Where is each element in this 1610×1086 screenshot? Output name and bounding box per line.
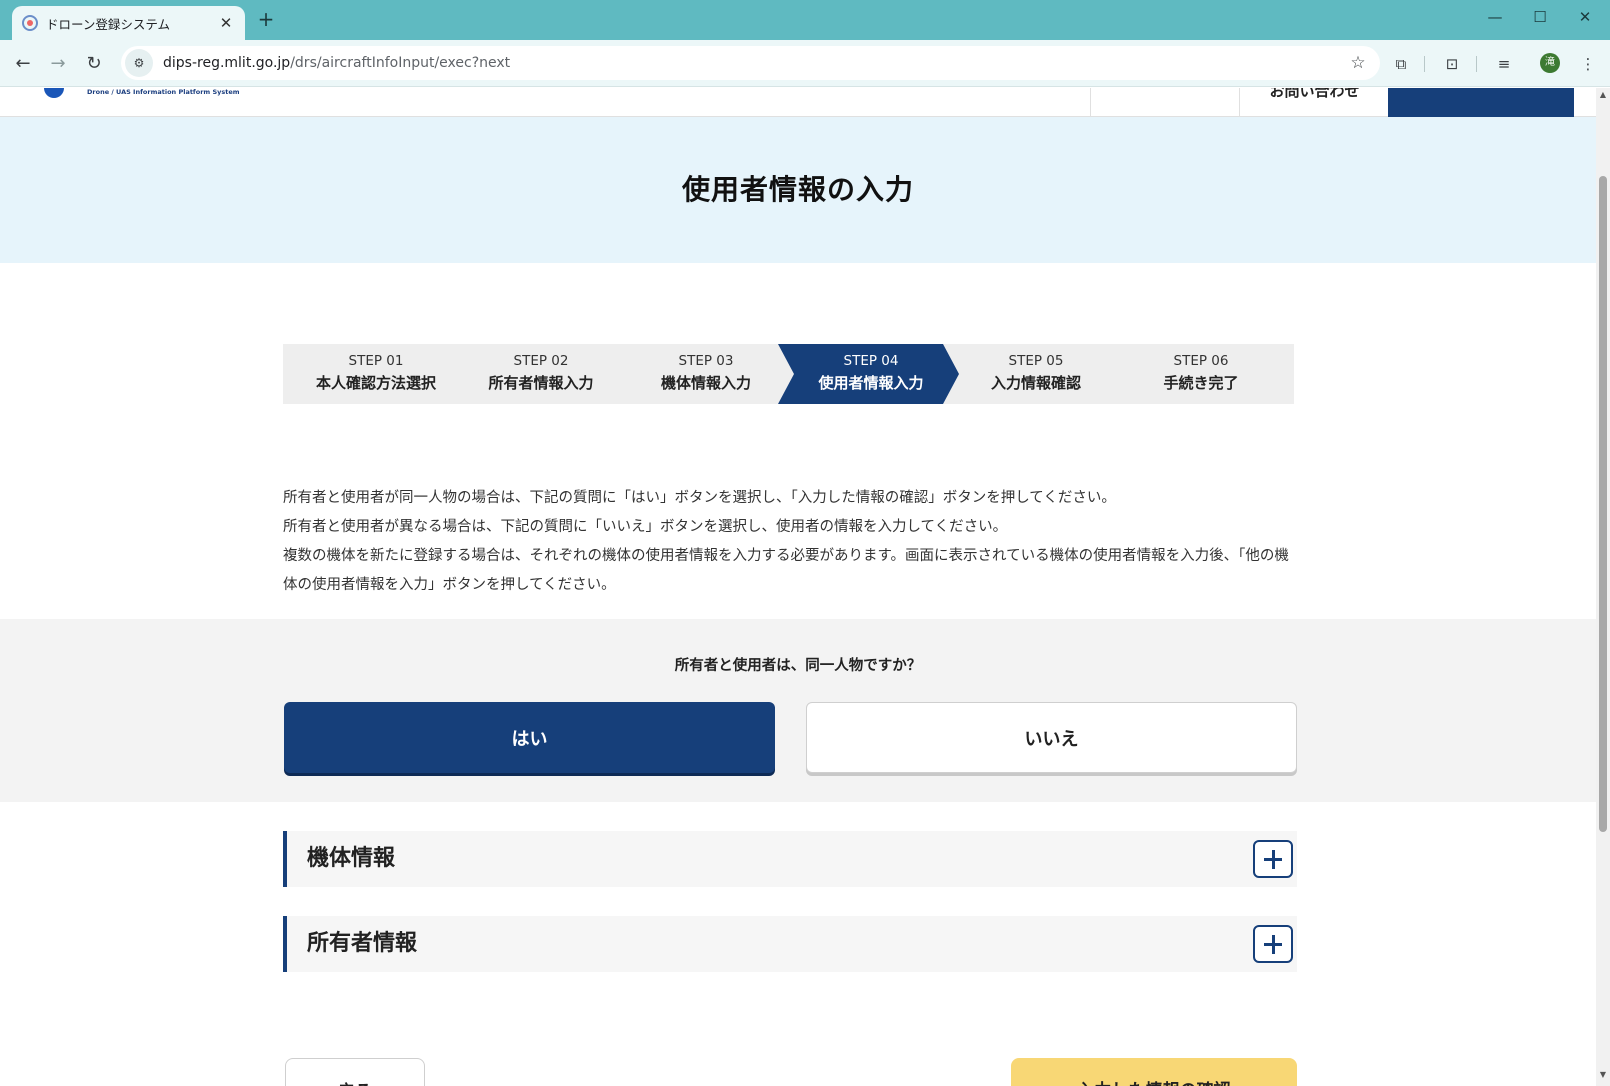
instruction-line: 所有者と使用者が同一人物の場合は、下記の質問に「はい」ボタンを選択し、「入力した…	[283, 490, 1116, 506]
instruction-line: 複数の機体を新たに登録する場合は、それぞれの機体の使用者情報を入力する必要があり…	[283, 548, 1289, 593]
accordion-label: 所有者情報	[307, 931, 418, 956]
confirm-input-button[interactable]: 入力した情報の確認	[1011, 1058, 1297, 1086]
browser-tab[interactable]: ドローン登録システム ✕	[12, 6, 245, 40]
instructions-text: 所有者と使用者が同一人物の場合は、下記の質問に「はい」ボタンを選択し、「入力した…	[283, 484, 1295, 600]
step-number: STEP 05	[1008, 353, 1064, 369]
no-button[interactable]: いいえ	[806, 702, 1297, 773]
page-viewport: Drone / UAS Information Platform System …	[0, 88, 1596, 1086]
address-bar[interactable]: ⚙ dips-reg.mlit.go.jp/drs/aircraftInfoIn…	[121, 46, 1380, 80]
same-person-question: 所有者と使用者は、同一人物ですか？ はい いいえ	[0, 619, 1596, 802]
header-nav-cell[interactable]	[1090, 88, 1239, 117]
step-label: 使用者情報入力	[818, 374, 924, 392]
scroll-up-icon[interactable]: ▲	[1596, 90, 1610, 104]
bookmark-star-icon[interactable]: ☆	[1344, 53, 1372, 73]
window-minimize-icon[interactable]: —	[1472, 8, 1518, 32]
step-number: STEP 04	[843, 353, 899, 369]
scroll-down-icon[interactable]: ▼	[1596, 1070, 1610, 1084]
instruction-line: 所有者と使用者が異なる場合は、下記の質問に「いいえ」ボタンを選択し、使用者の情報…	[283, 519, 1008, 535]
step-label: 入力情報確認	[990, 374, 1081, 392]
header-contact-cell[interactable]: お問い合わせ	[1239, 88, 1388, 117]
question-text: 所有者と使用者は、同一人物ですか？	[674, 658, 922, 674]
forward-arrow-icon[interactable]: →	[44, 50, 72, 78]
yes-button[interactable]: はい	[284, 702, 775, 773]
site-header: Drone / UAS Information Platform System …	[0, 88, 1596, 117]
header-login-button[interactable]	[1388, 88, 1574, 117]
step-03: STEP 03 機体情報入力	[613, 344, 799, 404]
window-close-icon[interactable]: ✕	[1562, 8, 1608, 32]
url-host: dips-reg.mlit.go.jp	[163, 55, 291, 71]
step-number: STEP 03	[678, 353, 734, 369]
step-label: 所有者情報入力	[488, 374, 594, 392]
step-label: 本人確認方法選択	[315, 374, 436, 392]
step-number: STEP 02	[513, 353, 569, 369]
page-scrollbar[interactable]: ▲ ▼	[1596, 88, 1610, 1086]
new-tab-button[interactable]: +	[254, 8, 278, 32]
back-button[interactable]: 戻る	[285, 1058, 425, 1086]
site-settings-icon[interactable]: ⚙	[125, 49, 153, 77]
aircraft-info-accordion[interactable]: 機体情報	[283, 831, 1297, 887]
toolbar-divider	[1424, 56, 1425, 72]
browser-toolbar: ← → ↻ ⚙ dips-reg.mlit.go.jp/drs/aircraft…	[0, 40, 1610, 87]
profile-avatar[interactable]: 滝	[1540, 53, 1560, 73]
site-favicon-icon	[22, 15, 38, 31]
step-05: STEP 05 入力情報確認	[943, 344, 1129, 404]
step-progress: STEP 01 本人確認方法選択 STEP 02 所有者情報入力 STEP 03…	[283, 344, 1294, 404]
tab-close-icon[interactable]: ✕	[217, 14, 235, 32]
step-02: STEP 02 所有者情報入力	[448, 344, 634, 404]
url-text[interactable]: dips-reg.mlit.go.jp/drs/aircraftInfoInpu…	[163, 55, 1344, 71]
expand-plus-icon[interactable]	[1253, 840, 1293, 878]
tab-search-icon[interactable]: ⊡	[1438, 50, 1466, 78]
browser-tab-bar: ドローン登録システム ✕ + — ☐ ✕	[0, 0, 1610, 40]
step-01: STEP 01 本人確認方法選択	[283, 344, 469, 404]
window-maximize-icon[interactable]: ☐	[1517, 8, 1563, 32]
step-number: STEP 06	[1173, 353, 1229, 369]
back-arrow-icon[interactable]: ←	[9, 50, 37, 78]
step-label: 機体情報入力	[660, 374, 751, 392]
scroll-thumb[interactable]	[1599, 176, 1607, 832]
step-label: 手続き完了	[1163, 374, 1239, 392]
step-number: STEP 01	[348, 353, 404, 369]
page-title: 使用者情報の入力	[681, 173, 914, 206]
header-contact-link[interactable]: お問い合わせ	[1240, 88, 1389, 101]
media-control-icon[interactable]: ≡	[1490, 50, 1518, 78]
page-title-band: 使用者情報の入力	[0, 117, 1596, 263]
site-logo-subtitle: Drone / UAS Information Platform System	[87, 88, 240, 96]
browser-menu-icon[interactable]: ⋮	[1574, 50, 1602, 78]
step-04-active: STEP 04 使用者情報入力	[778, 344, 964, 404]
site-logo-icon[interactable]	[44, 88, 64, 98]
owner-info-accordion[interactable]: 所有者情報	[283, 916, 1297, 972]
tab-title: ドローン登録システム	[46, 16, 171, 32]
step-06: STEP 06 手続き完了	[1108, 344, 1294, 404]
reload-icon[interactable]: ↻	[80, 50, 108, 78]
extensions-icon[interactable]: ⧉	[1387, 50, 1415, 78]
toolbar-divider	[1476, 56, 1477, 72]
url-path: /drs/aircraftInfoInput/exec?next	[290, 55, 511, 71]
accordion-label: 機体情報	[307, 846, 396, 871]
expand-plus-icon[interactable]	[1253, 925, 1293, 963]
